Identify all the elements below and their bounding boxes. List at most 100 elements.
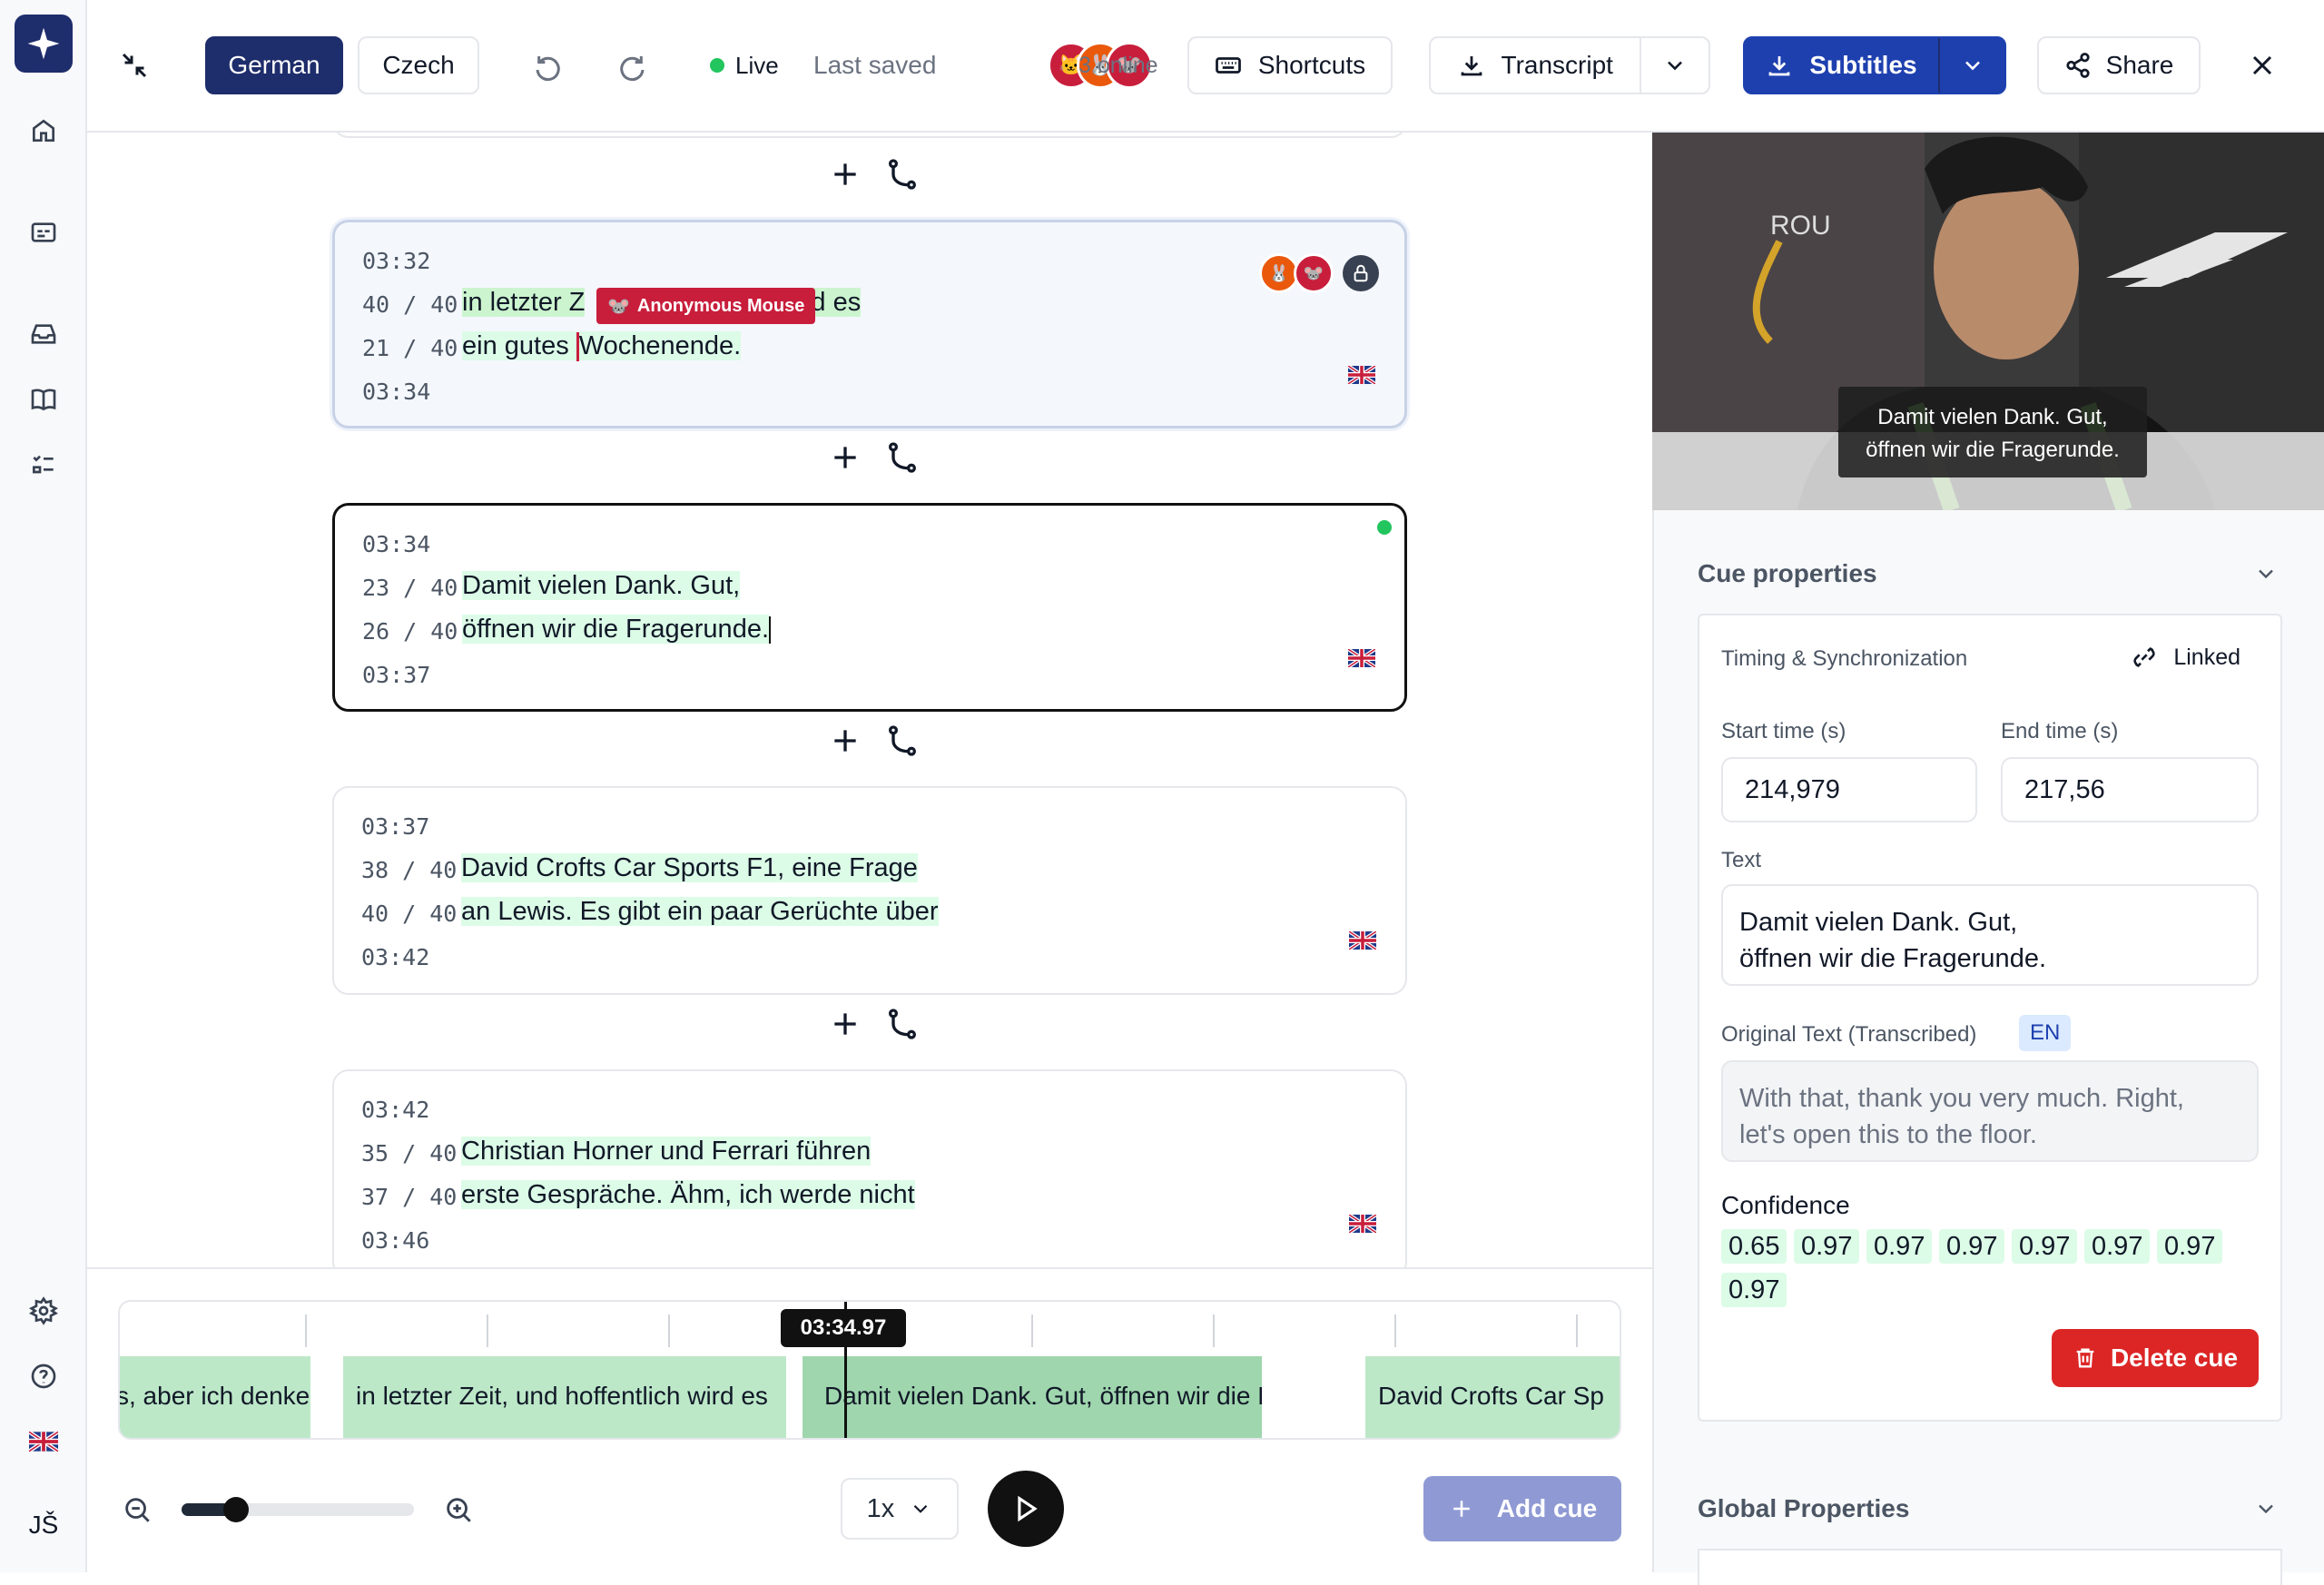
cue-card[interactable]: 03:42 35 / 40 37 / 40 03:46 Christian Ho…: [332, 1069, 1407, 1267]
split-branch-icon[interactable]: [884, 1006, 921, 1042]
cue-end-time: 03:46: [361, 1227, 430, 1254]
confidence-chip: 0.97: [2012, 1229, 2078, 1264]
cue-card-previous[interactable]: [332, 133, 1407, 138]
side-rail: JŠ: [0, 0, 87, 1572]
segment-text: David Crofts Car Sp: [1378, 1382, 1604, 1410]
segment-text: in letzter Zeit, und hoffentlich wird es: [356, 1382, 768, 1410]
end-time-input[interactable]: 217,56: [2001, 757, 2259, 822]
home-icon[interactable]: [22, 109, 65, 153]
subtitles-download-button[interactable]: Subtitles: [1745, 38, 1940, 93]
close-icon[interactable]: [2246, 49, 2279, 82]
redo-icon[interactable]: [615, 47, 652, 84]
timeline-segment[interactable]: s, aber ich denke,: [120, 1356, 310, 1438]
global-properties-card: [1698, 1549, 2282, 1585]
collapse-icon[interactable]: [118, 49, 151, 82]
cue-line2-char-count: 37 / 40: [361, 1184, 458, 1210]
chevron-down-icon[interactable]: [2253, 561, 2279, 586]
subtitles-icon[interactable]: [22, 211, 65, 254]
timeline-segment[interactable]: in letzter Zeit, und hoffentlich wird es: [343, 1356, 786, 1438]
collaborator-name: Anonymous Mouse: [636, 295, 805, 316]
cue-line2-span: erste Gespräche. Ähm, ich werde nicht: [461, 1180, 915, 1209]
cue-line2-char-count: 26 / 40: [362, 618, 458, 645]
global-properties-heading[interactable]: Global Properties: [1698, 1494, 1909, 1523]
cue-insert-row: [87, 723, 1652, 759]
timeline-tick: [1394, 1314, 1396, 1347]
cue-start-time: 03:34: [362, 531, 431, 557]
language-tab-czech[interactable]: Czech: [358, 36, 479, 94]
subtitles-button-group: Subtitles: [1743, 36, 2006, 94]
shortcuts-button[interactable]: Shortcuts: [1187, 36, 1393, 94]
start-time-label: Start time (s): [1721, 719, 1846, 743]
live-label: Live: [735, 51, 779, 79]
book-icon[interactable]: [22, 378, 65, 421]
online-count: 3 online: [1078, 53, 1158, 78]
cue-line1-text[interactable]: Damit vielen Dank. Gut,: [462, 571, 741, 601]
cue-line2-text[interactable]: öffnen wir die Fragerunde.: [462, 615, 772, 645]
help-icon[interactable]: [22, 1354, 65, 1398]
plus-icon: [1453, 1501, 1470, 1517]
cue-line2-text[interactable]: an Lewis. Es gibt ein paar Gerüchte über: [461, 897, 939, 927]
playback-speed-select[interactable]: 1x: [841, 1478, 959, 1540]
delete-cue-button[interactable]: Delete cue: [2052, 1329, 2259, 1387]
cue-card-locked[interactable]: 03:32 40 / 40 21 / 40 03:34 in letzter Z…: [332, 220, 1407, 428]
share-button[interactable]: Share: [2037, 36, 2201, 94]
chevron-down-icon: [1965, 61, 1980, 71]
uk-flag-icon: [1349, 931, 1376, 950]
cue-card-active[interactable]: 03:34 23 / 40 26 / 40 03:37 Damit vielen…: [332, 503, 1407, 712]
add-cue-plus-icon[interactable]: [827, 156, 863, 192]
timeline-segment-active[interactable]: Damit vielen Dank. Gut, öffnen wir die F: [799, 1356, 1265, 1438]
cue-properties-heading[interactable]: Cue properties: [1698, 559, 1877, 588]
split-branch-icon[interactable]: [884, 723, 921, 759]
cue-line1-text[interactable]: Christian Horner und Ferrari führen: [461, 1137, 872, 1167]
sync-status-dot: [1377, 520, 1392, 535]
cue-line1-span: Damit vielen Dank. Gut,: [462, 571, 741, 600]
cue-line1-part-a: in letzter Z: [462, 288, 586, 317]
zoom-out-icon[interactable]: [122, 1494, 153, 1525]
subtitles-dropdown-button[interactable]: [1940, 38, 2004, 93]
svg-text:ROU: ROU: [1770, 211, 1831, 241]
cue-end-time: 03:42: [361, 944, 430, 970]
start-time-input[interactable]: 214,979: [1721, 757, 1977, 822]
linked-toggle[interactable]: Linked: [2130, 643, 2240, 672]
checklist-icon[interactable]: [22, 443, 65, 487]
timeline-tick: [1031, 1314, 1033, 1347]
chevron-down-icon[interactable]: [2253, 1496, 2279, 1521]
collaborator-cursor-tag: 🐭 Anonymous Mouse: [596, 288, 816, 324]
cue-line1-char-count: 40 / 40: [362, 291, 458, 318]
cue-card[interactable]: 03:37 38 / 40 40 / 40 03:42 David Crofts…: [332, 786, 1407, 995]
video-preview[interactable]: ROU Damit vielen Dank. Gut, öffnen wir d…: [1652, 133, 2324, 510]
uk-flag-icon: [1348, 366, 1375, 384]
play-button[interactable]: [988, 1471, 1064, 1547]
lock-icon[interactable]: [1343, 255, 1379, 291]
zoom-slider-thumb[interactable]: [223, 1497, 249, 1522]
language-tab-german[interactable]: German: [205, 36, 343, 94]
cue-line1-span: David Crofts Car Sports F1, eine Frage: [461, 853, 918, 882]
mouse-avatar-icon: 🐭: [607, 296, 630, 317]
chevron-down-icon: [1668, 61, 1683, 71]
user-avatar[interactable]: JŠ: [22, 1503, 65, 1547]
split-branch-icon[interactable]: [884, 156, 921, 192]
zoom-slider[interactable]: [182, 1497, 414, 1522]
add-cue-button[interactable]: Add cue: [1423, 1476, 1621, 1541]
inbox-icon[interactable]: [22, 312, 65, 356]
confidence-chip: 0.65: [1721, 1229, 1787, 1264]
app-logo-sparkle-icon[interactable]: [15, 15, 73, 73]
cue-line2-text[interactable]: erste Gespräche. Ähm, ich werde nicht: [461, 1180, 915, 1210]
timeline-segment[interactable]: David Crofts Car Sp: [1365, 1356, 1620, 1438]
undo-icon[interactable]: [528, 47, 565, 84]
cue-text-textarea[interactable]: Damit vielen Dank. Gut, öffnen wir die F…: [1721, 884, 2259, 986]
transcript-download-button[interactable]: Transcript: [1431, 38, 1642, 93]
transcript-dropdown-button[interactable]: [1641, 38, 1709, 93]
split-branch-icon[interactable]: [884, 439, 921, 476]
uk-flag-icon[interactable]: [22, 1420, 65, 1463]
cue-line1-text[interactable]: David Crofts Car Sports F1, eine Frage: [461, 853, 918, 883]
settings-gear-icon[interactable]: [22, 1289, 65, 1333]
add-cue-plus-icon[interactable]: [827, 1006, 863, 1042]
add-cue-plus-icon[interactable]: [827, 439, 863, 476]
cue-end-time: 03:37: [362, 662, 431, 688]
original-text-readonly: With that, thank you very much. Right, l…: [1721, 1060, 2259, 1162]
cue-line2-text[interactable]: ein gutes Wochenende.: [462, 331, 742, 362]
zoom-in-icon[interactable]: [443, 1494, 474, 1525]
add-cue-plus-icon[interactable]: [827, 723, 863, 759]
top-toolbar: German Czech Live Last saved 🐱 🐰 🐭 3 onl…: [87, 0, 2324, 133]
